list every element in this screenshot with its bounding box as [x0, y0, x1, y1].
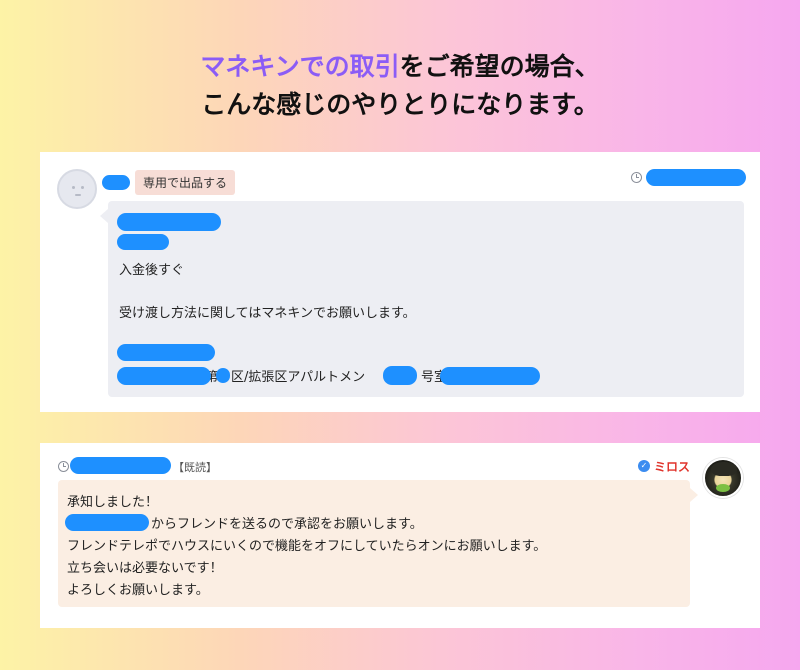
clock-icon [58, 461, 69, 472]
reply-line-2: からフレンドを送るので承認をお願いします。 [151, 517, 423, 532]
redacted-text [117, 367, 211, 385]
message-line-payment: 入金後すぐ [119, 263, 185, 278]
redacted-text [440, 367, 540, 385]
headline: マネキンでの取引をご希望の場合、 こんな感じのやりとりになります。 [0, 48, 800, 124]
redacted-timestamp [70, 457, 171, 474]
avatar-hair [711, 462, 737, 476]
reply-line-3: フレンドテレポでハウスにいくので機能をオフにしていたらオンにお願いします。 [67, 539, 547, 554]
redacted-text [117, 234, 169, 250]
message-bubble-seller: 入金後すぐ 受け渡し方法に関してはマネキンでお願いします。 第 区/拡張区アパル… [100, 201, 744, 397]
listing-badge: 専用で出品する [135, 170, 236, 195]
clock-icon [631, 172, 642, 183]
message-card-reply: 【既読】 ✓ ミロス 承知しました！ からフレンドを送るので承認をお願いします。… [40, 443, 760, 628]
message-line-handover: 受け渡し方法に関してはマネキンでお願いします。 [119, 306, 416, 321]
check-circle-icon: ✓ [638, 460, 650, 472]
redacted-username [102, 175, 130, 190]
reply-line-5: よろしくお願いします。 [67, 583, 209, 598]
default-avatar-icon[interactable] [57, 169, 97, 209]
message-bubble-reply: 承知しました！ からフレンドを送るので承認をお願いします。 フレンドテレポでハウ… [58, 480, 698, 607]
redacted-text [117, 213, 221, 231]
redacted-text [65, 514, 149, 531]
redacted-text [117, 344, 215, 361]
character-avatar-icon[interactable] [703, 458, 743, 498]
headline-line-1: マネキンでの取引をご希望の場合、 [0, 48, 800, 86]
avatar-eye-left [72, 186, 75, 189]
avatar-mouth [75, 194, 81, 196]
headline-line-2: こんな感じのやりとりになります。 [201, 90, 599, 119]
avatar-leaf [716, 484, 730, 492]
headline-accent: マネキンでの取引 [200, 52, 400, 81]
reply-line-4: 立ち会いは必要ないです！ [67, 561, 223, 576]
redacted-text [383, 366, 417, 385]
address-fragment-2: 区/拡張区アパルトメン [231, 370, 366, 385]
avatar-eye-right [81, 186, 84, 189]
read-status-label: 【既読】 [173, 461, 217, 474]
reply-line-1: 承知しました！ [67, 495, 159, 510]
sender-name[interactable]: ミロス [654, 458, 690, 475]
headline-line-1-rest: をご希望の場合、 [399, 52, 600, 81]
redacted-text [216, 368, 230, 383]
message-card-seller: 専用で出品する 入金後すぐ 受け渡し方法に関してはマネキンでお願いします。 第 … [40, 152, 760, 412]
redacted-timestamp [646, 169, 746, 186]
